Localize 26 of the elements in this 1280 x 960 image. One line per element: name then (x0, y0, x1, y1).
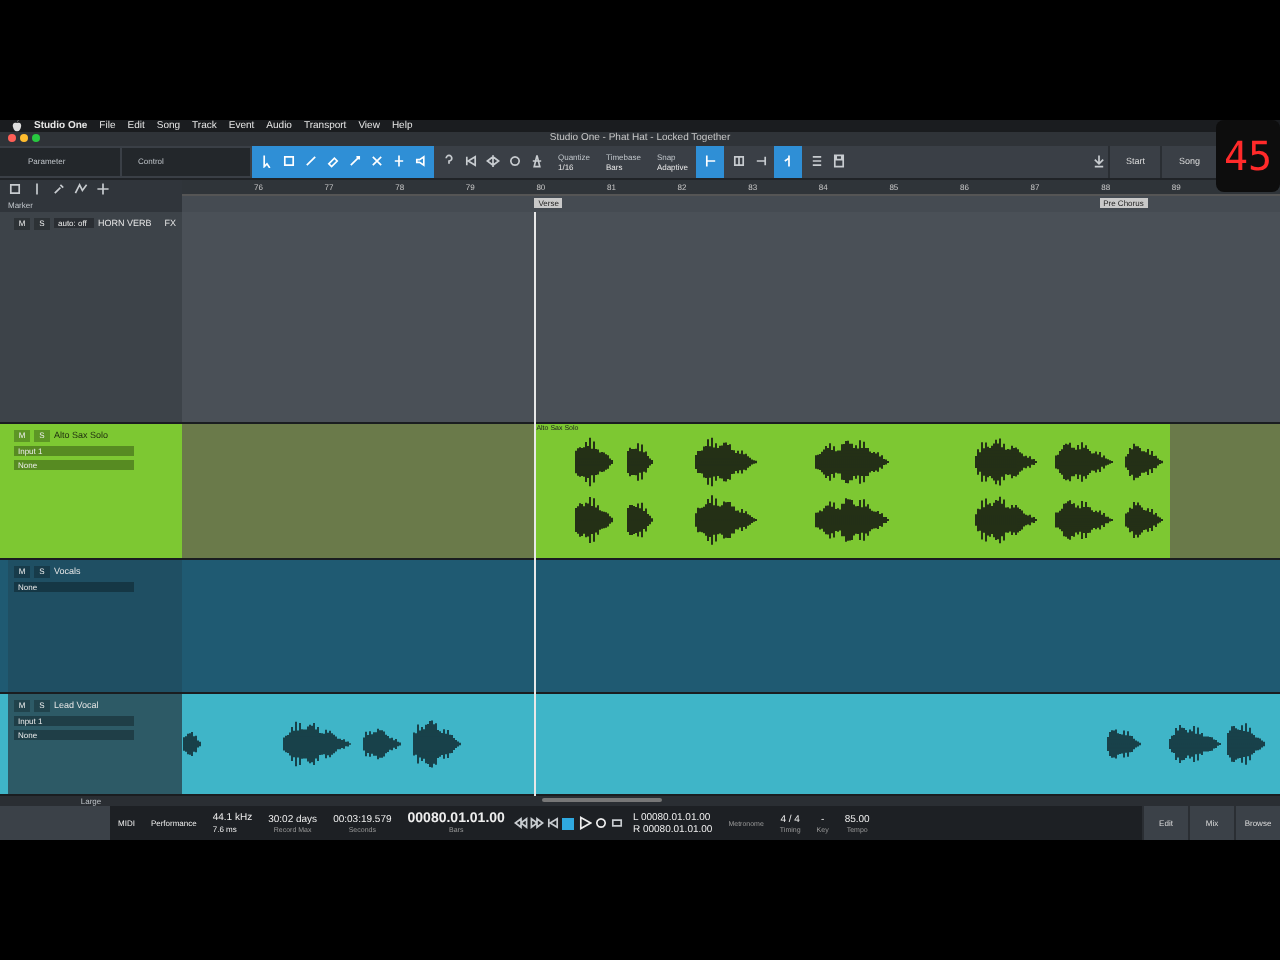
zoom-button[interactable] (32, 134, 40, 143)
counter-badge: 45 (1216, 120, 1280, 192)
automation-icon[interactable] (72, 180, 88, 196)
save-icon[interactable] (830, 153, 847, 170)
download-icon[interactable] (1091, 153, 1108, 170)
minimize-button[interactable] (20, 134, 28, 143)
help-icon[interactable] (440, 153, 456, 170)
stop-button[interactable] (560, 815, 577, 832)
plus-icon[interactable] (94, 180, 110, 196)
apple-icon[interactable] (12, 120, 22, 133)
pencil-icon[interactable] (302, 153, 318, 170)
return-to-start-icon[interactable] (544, 815, 561, 832)
square-icon[interactable] (6, 180, 22, 196)
record-icon[interactable] (592, 815, 609, 832)
list-icon[interactable] (808, 153, 825, 170)
close-button[interactable] (8, 134, 16, 143)
range-tool-icon[interactable] (280, 153, 296, 170)
play-icon[interactable] (576, 815, 593, 832)
grid-icon[interactable] (730, 153, 747, 170)
transport-side-panel (0, 806, 110, 841)
eraser-icon[interactable] (324, 153, 340, 170)
horizontal-scrollbar[interactable] (542, 798, 662, 803)
forward-icon[interactable] (528, 815, 545, 832)
metronome-icon[interactable] (528, 153, 544, 170)
rewind-icon[interactable] (512, 815, 529, 832)
listen-tool-icon[interactable] (412, 153, 428, 170)
